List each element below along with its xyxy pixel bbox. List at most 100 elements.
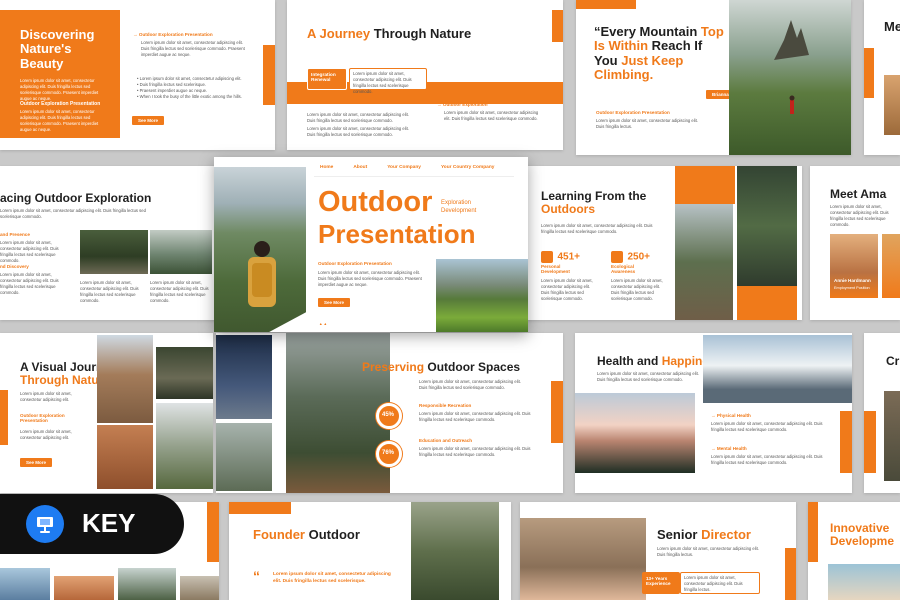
slide-title: Meet Ama — [830, 187, 887, 201]
cathedral-photo — [97, 335, 153, 423]
accent-bar — [785, 548, 796, 600]
slide-visual-journey[interactable]: A Visual Journey Through Nature Lorem ip… — [0, 333, 213, 493]
kicker: → Outdoor Exploration — [437, 102, 488, 107]
forest-photo-1 — [80, 230, 148, 274]
heading-1: → Physical Health — [711, 413, 751, 418]
panel-kicker: Outdoor Exploration Presentation — [20, 101, 101, 107]
slide-title: Me — [884, 19, 900, 34]
cliff-photo — [216, 423, 272, 491]
slide-health[interactable]: Health and Happiness Lorem ipsum dolor s… — [575, 333, 852, 493]
hero-title-2: Presentation — [318, 219, 476, 249]
founder-photo — [411, 502, 499, 600]
bullet-list: • Lorem ipsum dolor sit amet, consectetu… — [137, 76, 247, 100]
person-photo — [884, 75, 900, 135]
hero-nav: Home About Your Company Your Country Com… — [320, 165, 494, 170]
accent-bar — [0, 390, 8, 445]
stat-label-2: Ecological Awareness — [611, 264, 636, 274]
hero-subtitle: Exploration Development — [441, 200, 477, 214]
slide-title: acing Outdoor Exploration — [0, 191, 152, 205]
slide-founder[interactable]: Founder Outdoor “ Lorem ipsum dolor sit … — [229, 502, 511, 600]
slide-discovering[interactable]: Discovering Nature's Beauty Lorem ipsum … — [0, 0, 275, 150]
slide-learning[interactable]: Learning From the Outdoors Lorem ipsum d… — [527, 166, 802, 320]
accent-bar — [551, 381, 563, 443]
stat-label-1: Personal Development — [541, 264, 570, 274]
person-name: Annie Hardmann — [834, 278, 871, 283]
slide-senior-director[interactable]: Senior Director Lorem ipsum dolor sit am… — [520, 502, 796, 600]
stat-text-2: Lorem ipsum dolor sit amet, consectetur … — [611, 278, 663, 302]
kicker: Outdoor Exploration Presentation — [596, 110, 670, 115]
side-text-1: Lorem ipsum dolor sit amet, consectetur … — [0, 240, 59, 264]
meadow-photo — [436, 259, 528, 332]
experience-text: Lorem ipsum dolor sit amet, consectetur … — [684, 575, 743, 593]
photo — [828, 564, 900, 600]
slide-title: Senior Director — [657, 527, 751, 542]
panel-body: Lorem ipsum dolor sit amet, consectetur … — [20, 109, 99, 133]
forest-photo-2 — [150, 230, 212, 274]
nav-country-company[interactable]: Your Country Company — [441, 165, 494, 170]
experience-label: 13+ Years Experience — [646, 576, 671, 586]
accent-bar — [864, 48, 874, 98]
heading-1: Responsible Recreation — [419, 403, 472, 408]
mountain-rocks-icon — [774, 20, 809, 114]
see-more-button[interactable]: See More — [132, 116, 165, 125]
nav-your-company[interactable]: Your Company — [387, 165, 421, 170]
hero-footer-mark: ▲ ▲ — [319, 322, 328, 326]
accent-bar — [808, 502, 818, 562]
slide-preserving[interactable]: Preserving Outdoor Spaces Lorem ipsum do… — [216, 333, 563, 493]
greenhouse-photo — [286, 333, 390, 493]
slide-quote[interactable]: “Every Mountain Top Is Within Reach If Y… — [576, 0, 851, 155]
hero-body: Lorem ipsum dolor sit amet, consectetur … — [318, 270, 422, 288]
key-label: KEY — [82, 508, 136, 538]
slide-cr-partial[interactable]: Cr — [864, 333, 900, 493]
accent-block-2 — [737, 286, 797, 320]
tag-text: Lorem ipsum dolor sit amet, consectetur … — [353, 71, 412, 95]
nav-about[interactable]: About — [353, 165, 367, 170]
accent-bar — [263, 45, 275, 105]
text-2: Lorem ipsum dolor sit amet, consectetur … — [711, 454, 823, 466]
body: Lorem ipsum dolor sit amet, consectetur … — [596, 118, 698, 130]
accent-top — [576, 0, 636, 9]
list-item: • When I took the busy of the little exo… — [137, 94, 242, 100]
nav-divider — [314, 176, 514, 177]
accent-bar — [207, 502, 219, 562]
text-1: Lorem ipsum dolor sit amet, consectetur … — [419, 411, 531, 423]
slide-body: Lorem ipsum dolor sit amet, consectetur … — [20, 78, 99, 102]
hero-slide[interactable]: Home About Your Company Your Country Com… — [214, 157, 528, 332]
slide-innovative[interactable]: Innovative Developme — [808, 502, 900, 600]
slide-embracing[interactable]: acing Outdoor Exploration Lorem ipsum do… — [0, 166, 226, 320]
photo — [884, 391, 900, 481]
intro: Lorem ipsum dolor sit amet, consectetur … — [657, 546, 759, 558]
slide-title: Founder Outdoor — [253, 527, 360, 542]
stat-value: 250+ — [627, 251, 650, 263]
kicker: → Outdoor Exploration Presentation — [133, 32, 213, 37]
hero-see-more-button[interactable]: See More — [318, 298, 351, 307]
stat-icon — [541, 250, 553, 263]
slide-meet-partial[interactable]: Me — [864, 0, 900, 155]
slide-meet-amazing[interactable]: Meet Ama Lorem ipsum dolor sit amet, con… — [810, 166, 900, 320]
slide-journey[interactable]: A Journey Through Nature Integration Ren… — [287, 0, 563, 150]
slide-title: Innovative Developme — [830, 521, 895, 549]
hiker-photo — [214, 167, 306, 332]
quote-icon: “ — [253, 568, 260, 584]
body-left-2: Lorem ipsum dolor sit amet, consectetur … — [307, 126, 409, 138]
slide-title: Learning From the Outdoors — [541, 189, 647, 217]
body-left: Lorem ipsum dolor sit amet, consectetur … — [307, 112, 409, 124]
side-text-2: Lorem ipsum dolor sit amet, consectetur … — [0, 272, 59, 296]
slide-title: A Journey Through Nature — [307, 26, 472, 41]
heading-2: Education and Outreach — [419, 438, 473, 443]
see-more-button[interactable]: See More — [20, 458, 53, 467]
stat-value: 451+ — [557, 251, 580, 263]
photo-3 — [118, 568, 176, 600]
tag-label: Integration Renewal — [311, 73, 336, 83]
sunset-mountain-photo — [575, 393, 695, 473]
nav-home[interactable]: Home — [320, 165, 333, 170]
boardwalk-photo — [156, 347, 213, 399]
lake-photo — [675, 204, 733, 320]
keynote-icon — [26, 505, 64, 543]
intro: Lorem ipsum dolor sit amet, consectetur … — [597, 371, 699, 383]
accent-bar — [864, 411, 876, 473]
body-right: Lorem ipsum dolor sit amet, consectetur … — [444, 110, 539, 122]
side-heading-1: and Presence — [0, 232, 30, 237]
stat-icon — [611, 250, 623, 263]
side-heading-2: nd Discovery — [0, 264, 29, 269]
